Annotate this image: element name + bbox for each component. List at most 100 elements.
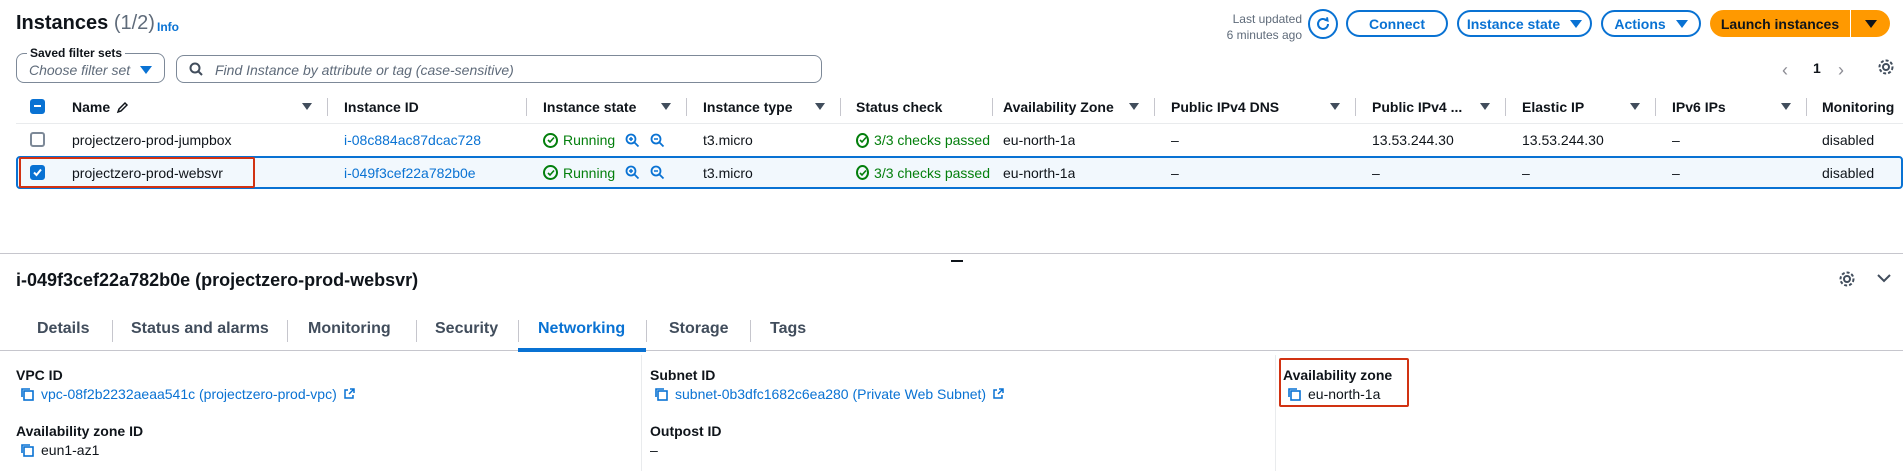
launch-dropdown-button[interactable]: [1850, 10, 1890, 37]
launch-label: Launch instances: [1720, 15, 1840, 32]
split-divider[interactable]: [0, 253, 1903, 254]
refresh-button[interactable]: [1308, 9, 1338, 39]
status-check: 3/3 checks passed: [856, 124, 990, 156]
connect-label: Connect: [1369, 15, 1425, 32]
public-dns: –: [1171, 132, 1179, 148]
sort-icon[interactable]: [1480, 103, 1490, 110]
col-instance-type[interactable]: Instance type: [703, 92, 792, 122]
gear-icon[interactable]: [1877, 58, 1895, 76]
col-public-ipv4[interactable]: Public IPv4 ...: [1372, 92, 1462, 122]
instance-id-link[interactable]: i-08c884ac87dcac728: [344, 124, 481, 156]
caret-down-icon: [1570, 19, 1583, 28]
active-tab-indicator: [518, 348, 646, 352]
caret-down-icon: [140, 66, 152, 74]
copy-icon[interactable]: [654, 387, 669, 402]
copy-icon[interactable]: [20, 387, 35, 402]
sort-icon[interactable]: [815, 103, 825, 110]
subnet-id-value: subnet-0b3dfc1682c6ea280 (Private Web Su…: [654, 386, 1004, 402]
launch-instances-button[interactable]: Launch instances: [1710, 10, 1890, 37]
vpc-link[interactable]: vpc-08f2b2232aeaa541c (projectzero-prod-…: [41, 386, 337, 402]
col-divider: [1505, 98, 1506, 116]
search-placeholder: Find Instance by attribute or tag (case-…: [215, 62, 514, 78]
instance-type: t3.micro: [703, 132, 753, 148]
subnet-link[interactable]: subnet-0b3dfc1682c6ea280 (Private Web Su…: [675, 386, 986, 402]
actions-button[interactable]: Actions: [1601, 10, 1701, 37]
copy-icon[interactable]: [20, 443, 35, 458]
prev-page-icon[interactable]: ‹: [1782, 60, 1788, 81]
col-ipv6[interactable]: IPv6 IPs: [1672, 92, 1726, 122]
current-page[interactable]: 1: [1813, 60, 1821, 76]
tab-monitoring[interactable]: Monitoring: [308, 320, 391, 338]
saved-filter-select[interactable]: Saved filter sets Choose filter set: [16, 46, 165, 83]
col-name[interactable]: Name: [72, 92, 129, 122]
select-all-checkbox[interactable]: [30, 99, 45, 114]
zoom-out-icon[interactable]: [650, 165, 665, 180]
instance-search-input[interactable]: Find Instance by attribute or tag (case-…: [176, 55, 822, 83]
col-divider: [992, 98, 993, 116]
tab-tags[interactable]: Tags: [770, 320, 806, 338]
sort-icon[interactable]: [1630, 103, 1640, 110]
col-status-check[interactable]: Status check: [856, 92, 942, 122]
external-link-icon[interactable]: [992, 388, 1004, 400]
col-divider: [526, 98, 527, 116]
search-icon: [189, 62, 203, 76]
last-updated-label: Last updated: [1232, 12, 1302, 26]
availability-zone-id-value: eun1-az1: [20, 442, 99, 458]
gear-icon[interactable]: [1838, 270, 1856, 288]
zoom-out-icon[interactable]: [650, 133, 665, 148]
next-page-icon[interactable]: ›: [1838, 60, 1844, 81]
tab-security[interactable]: Security: [435, 320, 498, 338]
instance-id-link[interactable]: i-049f3cef22a782b0e: [344, 158, 476, 187]
availability-zone-id-text: eun1-az1: [41, 442, 100, 458]
col-divider: [1655, 98, 1656, 116]
table-row[interactable]: projectzero-prod-jumpbox i-08c884ac87dca…: [16, 123, 1903, 155]
tab-networking[interactable]: Networking: [538, 320, 625, 338]
availability-zone: eu-north-1a: [1003, 164, 1076, 181]
tab-status-and-alarms[interactable]: Status and alarms: [131, 320, 269, 338]
detail-title: i-049f3cef22a782b0e (projectzero-prod-we…: [16, 270, 419, 290]
elastic-ip: –: [1522, 164, 1530, 181]
caret-down-icon: [1864, 19, 1877, 28]
chevron-down-icon[interactable]: [1877, 273, 1891, 283]
tab-divider: [518, 320, 519, 342]
col-divider: [840, 98, 841, 116]
resize-handle[interactable]: [951, 260, 963, 262]
tab-storage[interactable]: Storage: [669, 320, 729, 338]
elastic-ip: 13.53.244.30: [1522, 132, 1604, 148]
highlight-box: [1279, 358, 1409, 407]
col-divider: [686, 98, 687, 116]
caret-down-icon: [1675, 19, 1688, 28]
col-instance-id[interactable]: Instance ID: [344, 92, 419, 122]
instance-state-button[interactable]: Instance state: [1457, 10, 1592, 37]
public-ipv4: –: [1372, 164, 1380, 181]
zoom-in-icon[interactable]: [625, 165, 640, 180]
info-link[interactable]: Info: [157, 20, 179, 34]
sort-icon[interactable]: [661, 103, 671, 110]
zoom-in-icon[interactable]: [625, 133, 640, 148]
last-updated-time: 6 minutes ago: [1226, 28, 1302, 42]
tab-divider: [416, 320, 417, 342]
tab-details[interactable]: Details: [37, 320, 89, 338]
col-elastic-ip[interactable]: Elastic IP: [1522, 92, 1584, 122]
external-link-icon[interactable]: [343, 388, 355, 400]
ipv6: –: [1672, 164, 1680, 181]
vpc-id-value: vpc-08f2b2232aeaa541c (projectzero-prod-…: [20, 386, 355, 402]
sort-icon[interactable]: [302, 103, 312, 110]
sort-icon[interactable]: [1781, 103, 1791, 110]
table-row-selected[interactable]: projectzero-prod-websvr i-049f3cef22a782…: [16, 156, 1903, 189]
col-instance-state[interactable]: Instance state: [543, 92, 636, 122]
instance-type: t3.micro: [703, 164, 753, 181]
tab-baseline: [0, 350, 1903, 351]
sort-icon[interactable]: [1330, 103, 1340, 110]
column-divider: [641, 355, 642, 471]
ipv6: –: [1672, 132, 1680, 148]
col-monitoring[interactable]: Monitoring: [1822, 92, 1894, 122]
status-text: 3/3 checks passed: [874, 164, 990, 181]
page-title-text: Instances: [16, 12, 109, 34]
sort-icon[interactable]: [1129, 103, 1139, 110]
col-public-dns[interactable]: Public IPv4 DNS: [1171, 92, 1279, 122]
row-checkbox[interactable]: [30, 132, 45, 147]
connect-button[interactable]: Connect: [1346, 10, 1448, 37]
col-availability-zone[interactable]: Availability Zone: [1003, 92, 1114, 122]
availability-zone: eu-north-1a: [1003, 132, 1076, 148]
